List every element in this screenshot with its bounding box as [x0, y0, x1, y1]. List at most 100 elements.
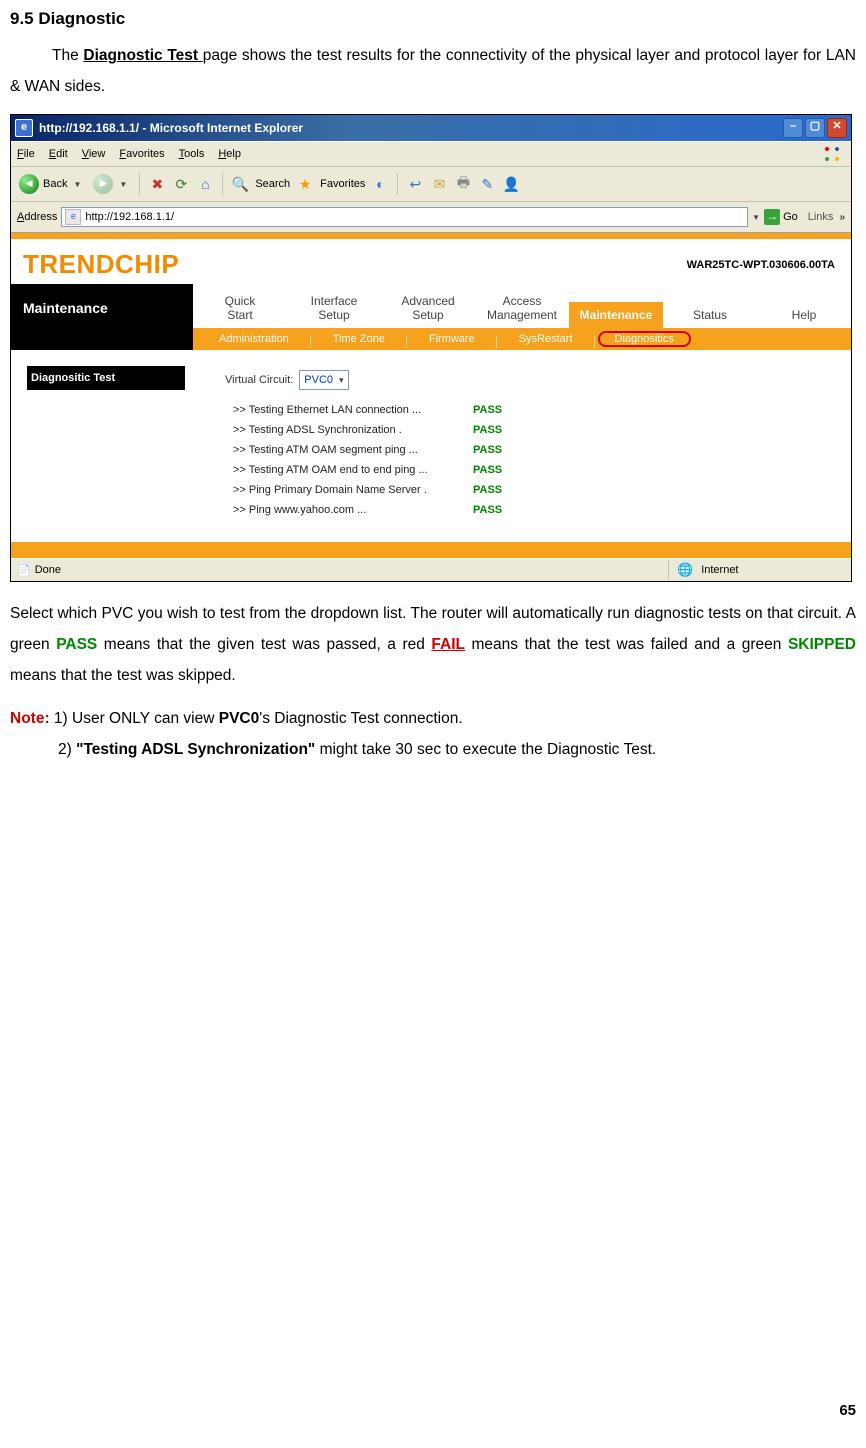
- history-icon[interactable]: ↩: [406, 175, 424, 193]
- table-row: >> Testing ATM OAM end to end ping ...PA…: [233, 464, 841, 476]
- primary-tabs: Quick Start Interface Setup Advanced Set…: [193, 284, 851, 328]
- virtual-circuit-select[interactable]: PVC0: [299, 370, 348, 390]
- test-name: >> Testing ADSL Synchronization .: [233, 424, 473, 436]
- back-button[interactable]: ◄ Back ▼: [17, 172, 85, 196]
- edit-icon[interactable]: ✎: [478, 175, 496, 193]
- fail-keyword: FAIL: [431, 636, 465, 653]
- home-icon[interactable]: ⌂: [196, 175, 214, 193]
- go-button[interactable]: → Go: [764, 209, 798, 225]
- menu-view[interactable]: View: [82, 148, 106, 160]
- adsl-sync-keyword: "Testing ADSL Synchronization": [76, 741, 315, 758]
- pass-keyword: PASS: [56, 636, 97, 653]
- note-line-2: 2) "Testing ADSL Synchronization" might …: [10, 734, 856, 765]
- virtual-circuit-label: Virtual Circuit:: [225, 374, 293, 386]
- back-icon: ◄: [19, 174, 39, 194]
- diagnostic-test-ref: Diagnostic Test: [83, 47, 202, 64]
- test-result: PASS: [473, 424, 502, 436]
- menu-edit[interactable]: Edit: [49, 148, 68, 160]
- sidebar-section-title: Maintenance: [11, 284, 193, 350]
- explanation-paragraph: Select which PVC you wish to test from t…: [10, 598, 856, 691]
- menu-tools[interactable]: Tools: [179, 148, 205, 160]
- diagnostics-results: >> Testing Ethernet LAN connection ...PA…: [233, 404, 841, 516]
- menu-help[interactable]: Help: [218, 148, 241, 160]
- subtab-administration[interactable]: Administration: [197, 333, 311, 345]
- favorites-button[interactable]: Favorites: [320, 178, 365, 190]
- section-heading: 9.5 Diagnostic: [10, 2, 856, 36]
- media-icon[interactable]: ◐: [371, 175, 389, 193]
- note-label: Note:: [10, 710, 50, 727]
- page-number: 65: [839, 1396, 856, 1426]
- test-result: PASS: [473, 404, 502, 416]
- subtab-firmware[interactable]: Firmware: [407, 333, 497, 345]
- tab-status[interactable]: Status: [663, 302, 757, 328]
- test-result: PASS: [473, 484, 502, 496]
- stop-icon[interactable]: ✖: [148, 175, 166, 193]
- ie-icon: e: [15, 119, 33, 137]
- test-name: >> Testing ATM OAM segment ping ...: [233, 444, 473, 456]
- firmware-version: WAR25TC-WPT.030606.00TA: [687, 259, 839, 271]
- go-label: Go: [783, 211, 798, 223]
- text: 1) User ONLY can view: [50, 710, 219, 727]
- forward-button[interactable]: ► ▼: [91, 172, 131, 196]
- status-bar: 📄 Done 🌐 Internet: [11, 558, 851, 581]
- mail-icon[interactable]: ✉: [430, 175, 448, 193]
- tab-interface-setup[interactable]: Interface Setup: [287, 288, 381, 328]
- menu-bar: File Edit View Favorites Tools Help: [11, 141, 851, 166]
- test-name: >> Testing ATM OAM end to end ping ...: [233, 464, 473, 476]
- intro-paragraph: The Diagnostic Test page shows the test …: [10, 40, 856, 102]
- tab-help[interactable]: Help: [757, 302, 851, 328]
- note-line-1: Note: 1) User ONLY can view PVC0's Diagn…: [10, 703, 856, 734]
- test-result: PASS: [473, 444, 502, 456]
- search-icon[interactable]: 🔍: [231, 175, 249, 193]
- search-button[interactable]: Search: [255, 178, 290, 190]
- toolbar-separator: [222, 173, 223, 195]
- pvc0-keyword: PVC0: [219, 710, 260, 727]
- links-chevron-icon[interactable]: »: [839, 212, 845, 223]
- favorites-star-icon[interactable]: ★: [296, 175, 314, 193]
- toolbar-separator: [397, 173, 398, 195]
- router-page: TRENDCHIP WAR25TC-WPT.030606.00TA Mainte…: [11, 232, 851, 558]
- test-name: >> Testing Ethernet LAN connection ...: [233, 404, 473, 416]
- subtab-diagnostics[interactable]: Diagnositics: [599, 332, 690, 346]
- print-icon[interactable]: 🖶: [454, 175, 472, 193]
- maximize-button[interactable]: ▢: [805, 118, 825, 138]
- menu-file[interactable]: File: [17, 148, 35, 160]
- refresh-icon[interactable]: ⟳: [172, 175, 190, 193]
- text: means that the test was skipped.: [10, 667, 236, 684]
- nav-toolbar: ◄ Back ▼ ► ▼ ✖ ⟳ ⌂ 🔍 Search ★ Favorites …: [11, 166, 851, 201]
- go-arrow-icon: →: [764, 209, 780, 225]
- subtab-sysrestart[interactable]: SysRestart: [497, 333, 595, 345]
- status-text: Done: [35, 564, 61, 576]
- toolbar-separator: [139, 173, 140, 195]
- text: might take 30 sec to execute the Diagnos…: [315, 741, 656, 758]
- text: 2): [58, 741, 76, 758]
- tab-access-management[interactable]: Access Management: [475, 288, 569, 328]
- address-bar: Address e http://192.168.1.1/ ▼ → Go Lin…: [11, 201, 851, 232]
- screenshot-frame: e http://192.168.1.1/ - Microsoft Intern…: [10, 114, 852, 582]
- menu-favorites[interactable]: Favorites: [119, 148, 164, 160]
- address-input[interactable]: e http://192.168.1.1/: [61, 207, 748, 227]
- table-row: >> Testing ATM OAM segment ping ...PASS: [233, 444, 841, 456]
- text: 's Diagnostic Test connection.: [259, 710, 462, 727]
- table-row: >> Ping www.yahoo.com ...PASS: [233, 504, 841, 516]
- page-status-icon: 📄: [17, 564, 31, 577]
- messenger-icon[interactable]: 👤: [502, 175, 520, 193]
- test-result: PASS: [473, 464, 502, 476]
- tab-advanced-setup[interactable]: Advanced Setup: [381, 288, 475, 328]
- links-button[interactable]: Links: [808, 211, 834, 223]
- text: means that the given test was passed, a …: [97, 636, 431, 653]
- test-name: >> Ping Primary Domain Name Server .: [233, 484, 473, 496]
- subtab-time-zone[interactable]: Time Zone: [311, 333, 407, 345]
- close-button[interactable]: ✕: [827, 118, 847, 138]
- table-row: >> Testing Ethernet LAN connection ...PA…: [233, 404, 841, 416]
- tab-maintenance[interactable]: Maintenance: [569, 302, 663, 328]
- intro-pre: The: [52, 47, 83, 64]
- tab-quick-start[interactable]: Quick Start: [193, 288, 287, 328]
- brand-logo: TRENDCHIP: [23, 249, 179, 280]
- window-titlebar: e http://192.168.1.1/ - Microsoft Intern…: [11, 115, 851, 141]
- panel-title: Diagnositic Test: [27, 366, 185, 390]
- address-label: Address: [17, 211, 57, 223]
- back-label: Back: [43, 178, 67, 190]
- minimize-button[interactable]: –: [783, 118, 803, 138]
- text: means that the test was failed and a gre…: [465, 636, 788, 653]
